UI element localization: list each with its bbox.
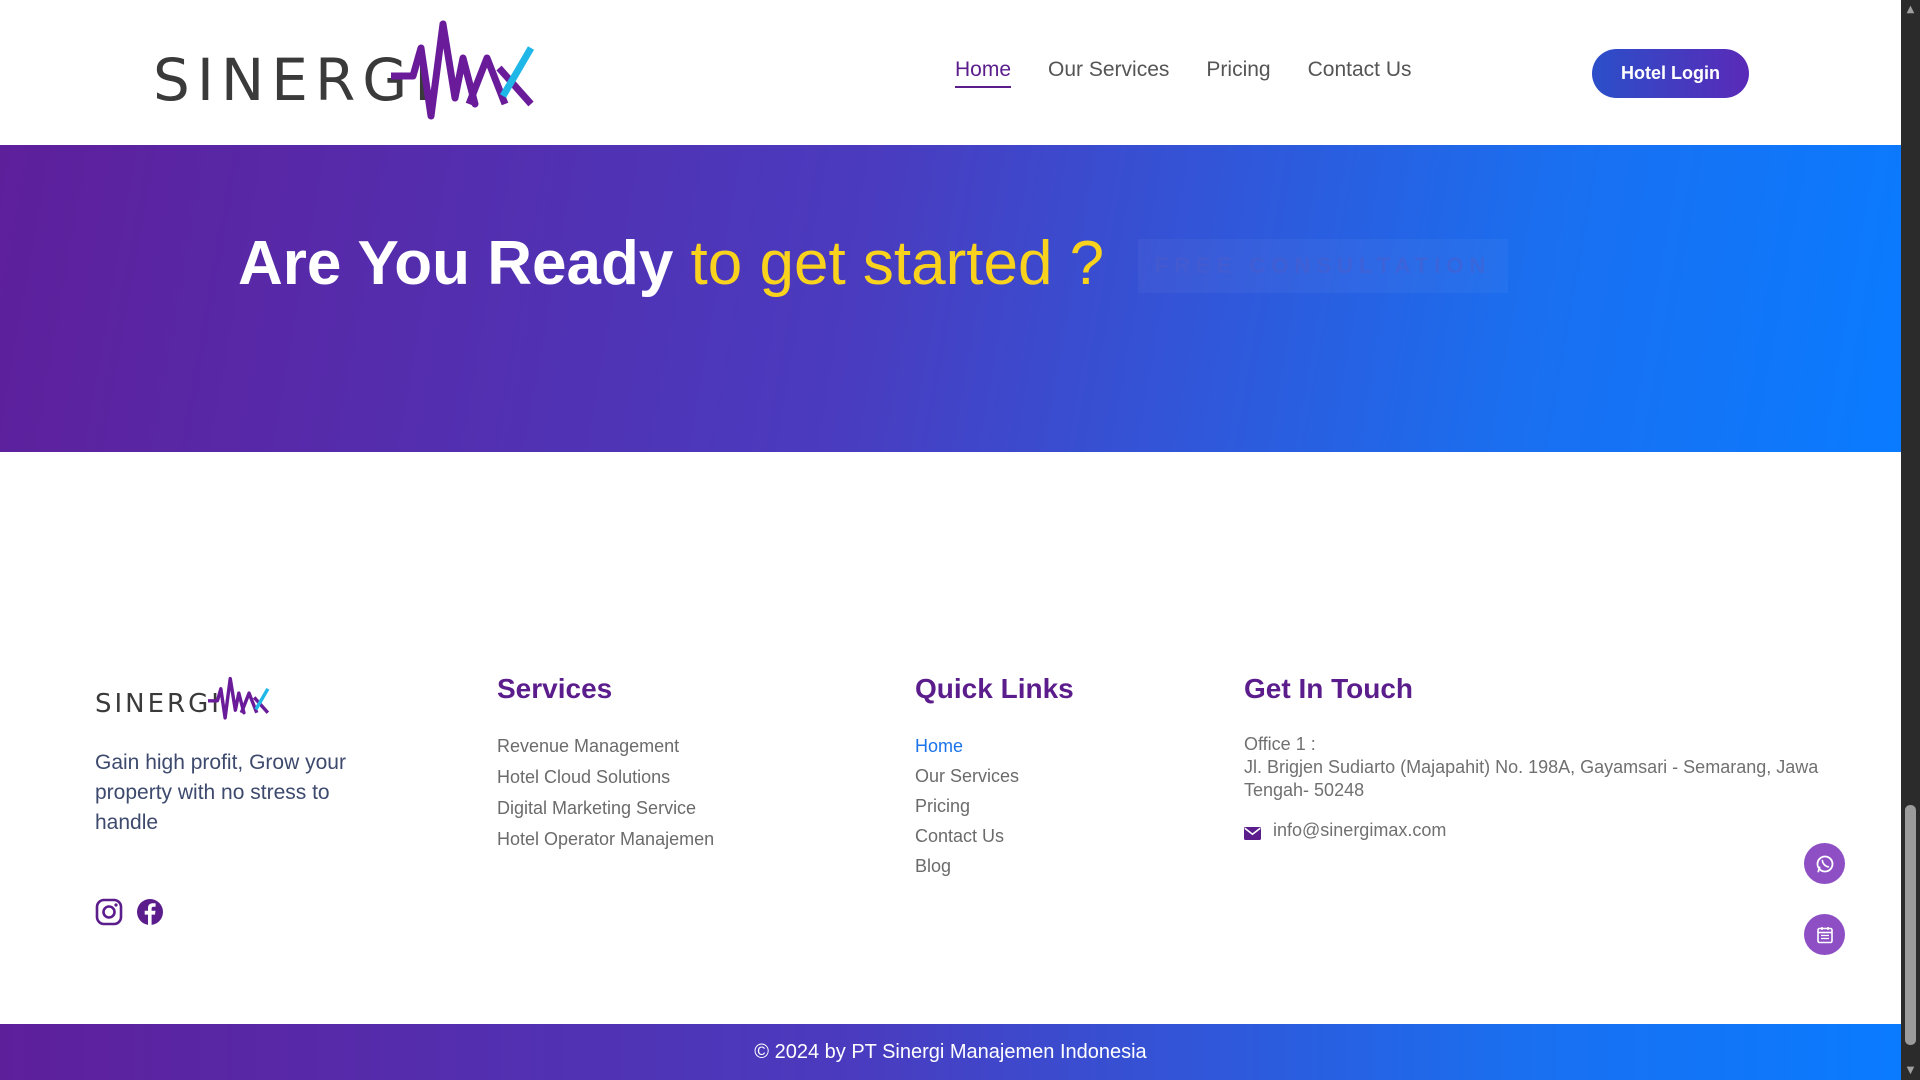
- logo-max-mark-icon: [391, 20, 535, 120]
- services-item[interactable]: Revenue Management: [497, 731, 714, 762]
- copyright-bar: © 2024 by PT Sinergi Manajemen Indonesia: [0, 1024, 1901, 1080]
- office-label: Office 1 :: [1244, 734, 1316, 754]
- social-links: [95, 898, 164, 926]
- services-heading: Services: [497, 673, 613, 704]
- calendar-float-button[interactable]: [1804, 914, 1845, 955]
- facebook-icon[interactable]: [136, 898, 164, 926]
- calendar-icon: [1816, 926, 1833, 943]
- quick-link-blog[interactable]: Blog: [915, 851, 1019, 881]
- email-contact[interactable]: info@sinergimax.com: [1244, 820, 1446, 841]
- quick-links-list: Home Our Services Pricing Contact Us Blo…: [915, 731, 1019, 881]
- services-item[interactable]: Hotel Operator Manajemen: [497, 824, 714, 855]
- nav-home[interactable]: Home: [955, 58, 1012, 88]
- footer-logo[interactable]: SINERGI: [95, 672, 270, 727]
- copyright-text: © 2024 by PT Sinergi Manajemen Indonesia: [754, 1040, 1147, 1063]
- instagram-icon[interactable]: [95, 898, 123, 926]
- nav-contact-us[interactable]: Contact Us: [1308, 58, 1412, 88]
- office-address: Jl. Brigjen Sudiarto (Majapahit) No. 198…: [1244, 757, 1819, 800]
- page-viewport: SINERGI Home Our Services Pricing Contac…: [0, 0, 1901, 1080]
- quick-link-pricing[interactable]: Pricing: [915, 791, 1019, 821]
- office-address-block: Office 1 : Jl. Brigjen Sudiarto (Majapah…: [1244, 733, 1824, 802]
- footer-logo-max-mark-icon: [208, 676, 270, 720]
- services-item[interactable]: Digital Marketing Service: [497, 793, 714, 824]
- nav-our-services[interactable]: Our Services: [1048, 58, 1169, 88]
- envelope-icon: [1244, 824, 1261, 840]
- cta-banner: Are You Ready to get started ? FREE CONS…: [0, 145, 1901, 452]
- footer-logo-wordmark: SINERGI: [95, 689, 222, 719]
- free-consultation-button[interactable]: FREE CONSULTATION: [1138, 239, 1508, 293]
- quick-link-our-services[interactable]: Our Services: [915, 761, 1019, 791]
- scrollbar-thumb[interactable]: [1905, 805, 1916, 1045]
- quick-link-contact-us[interactable]: Contact Us: [915, 821, 1019, 851]
- cta-title-white: Are You Ready: [238, 229, 674, 298]
- vertical-scrollbar[interactable]: ▲ ▼: [1901, 0, 1920, 1080]
- scroll-up-arrow-icon[interactable]: ▲: [1901, 0, 1920, 19]
- email-address[interactable]: info@sinergimax.com: [1273, 820, 1446, 841]
- quick-link-home[interactable]: Home: [915, 731, 1019, 761]
- site-logo[interactable]: SINERGI: [153, 18, 535, 128]
- get-in-touch-heading: Get In Touch: [1244, 673, 1414, 704]
- cta-title: Are You Ready to get started ?: [238, 228, 1104, 299]
- nav-pricing[interactable]: Pricing: [1206, 58, 1270, 88]
- footer-tagline: Gain high profit, Grow your property wit…: [95, 751, 346, 834]
- quick-links-heading: Quick Links: [915, 673, 1074, 704]
- services-list: Revenue Management Hotel Cloud Solutions…: [497, 731, 714, 855]
- cta-title-yellow: to get started ?: [690, 229, 1105, 298]
- scroll-down-arrow-icon[interactable]: ▼: [1901, 1061, 1920, 1080]
- site-header: SINERGI Home Our Services Pricing Contac…: [0, 0, 1901, 145]
- whatsapp-float-button[interactable]: [1804, 843, 1845, 884]
- main-nav: Home Our Services Pricing Contact Us: [955, 58, 1448, 88]
- hotel-login-button[interactable]: Hotel Login: [1592, 49, 1749, 98]
- whatsapp-icon: [1816, 855, 1833, 872]
- services-item[interactable]: Hotel Cloud Solutions: [497, 762, 714, 793]
